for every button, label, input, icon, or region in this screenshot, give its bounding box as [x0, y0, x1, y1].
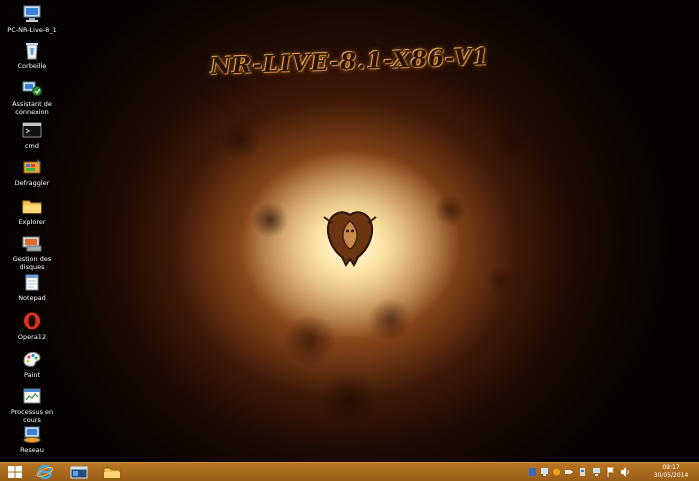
taskbar: 09:17 30/05/2014 — [0, 462, 699, 481]
task-manager-icon — [23, 388, 41, 404]
file-explorer-icon[interactable] — [102, 464, 122, 480]
folder-icon — [22, 200, 42, 214]
tray-network-icon[interactable] — [540, 465, 549, 479]
internet-explorer-icon[interactable] — [36, 464, 54, 480]
opera-icon — [24, 312, 40, 330]
notepad-icon — [25, 274, 39, 291]
desktop-icon-paint[interactable]: Paint — [3, 349, 61, 379]
clock-time: 09:17 — [662, 464, 680, 471]
taskbar-clock[interactable]: 09:17 30/05/2014 — [646, 464, 696, 480]
command-prompt-icon — [22, 122, 42, 138]
disk-management-icon — [22, 236, 42, 252]
desktop-icon-label: Gestion des disques — [12, 255, 52, 271]
recycle-bin-icon — [26, 43, 38, 60]
computer-icon — [23, 5, 41, 22]
desktop-icon-notepad[interactable]: Notepad — [3, 272, 61, 302]
tray-flag-icon[interactable] — [606, 465, 615, 479]
network-icon — [23, 426, 41, 443]
desktop-icon-defraggler[interactable]: Defraggler — [3, 157, 61, 187]
start-windows-icon[interactable] — [6, 464, 24, 480]
desktop-icon-recycle-bin[interactable]: Corbeille — [3, 40, 61, 70]
desktop-icon-computer[interactable]: PC-NR-Live-8_1 — [3, 4, 61, 34]
network-wizard-icon — [22, 81, 42, 96]
desktop-icon-network[interactable]: Reseau — [3, 424, 61, 454]
desktop-icon-label: Assistant de connexion — [12, 100, 52, 116]
desktop-icon-label: Defraggler — [14, 179, 50, 187]
desktop-background: NR-LIVE-8.1-X86-V1 PC-NR-Live-8_1 Corbei… — [0, 0, 699, 462]
desktop-icon-task-manager[interactable]: Processus en cours — [3, 386, 61, 424]
desktop-icon-opera[interactable]: Opera12 — [3, 311, 61, 341]
dragon-emblem — [323, 211, 377, 267]
desktop-icon-cmd[interactable]: cmd — [3, 120, 61, 150]
desktop-icon-label: Opera12 — [17, 333, 47, 341]
desktop-icon-label: Reseau — [20, 446, 44, 454]
desktop-icon-network-wizard[interactable]: Assistant de connexion — [3, 78, 61, 116]
tray-display-icon[interactable] — [592, 465, 601, 479]
desktop-icon-label: Corbeille — [17, 62, 47, 70]
tray-volume-icon[interactable] — [620, 465, 630, 479]
paint-icon — [23, 351, 41, 367]
tray-power-icon[interactable] — [564, 465, 573, 479]
desktop-icon-label: Explorer — [18, 218, 46, 226]
clock-date: 30/05/2014 — [653, 472, 689, 479]
desktop-icon-label: Processus en cours — [10, 408, 54, 424]
desktop-icon-label: PC-NR-Live-8_1 — [7, 26, 57, 34]
tray-app-icon[interactable] — [528, 465, 537, 479]
desktop-icon-label: cmd — [24, 142, 40, 150]
tray-usb-icon[interactable] — [578, 465, 587, 479]
desktop-icon-disk-management[interactable]: Gestion des disques — [3, 233, 61, 271]
desktop-icon-label: Notepad — [18, 294, 46, 302]
desktop-icon-label: Paint — [23, 371, 41, 379]
desktop-icon-explorer[interactable]: Explorer — [3, 196, 61, 226]
computer-window-icon[interactable] — [69, 464, 89, 480]
tray-media-icon[interactable] — [552, 465, 561, 479]
defraggler-icon — [23, 159, 41, 174]
